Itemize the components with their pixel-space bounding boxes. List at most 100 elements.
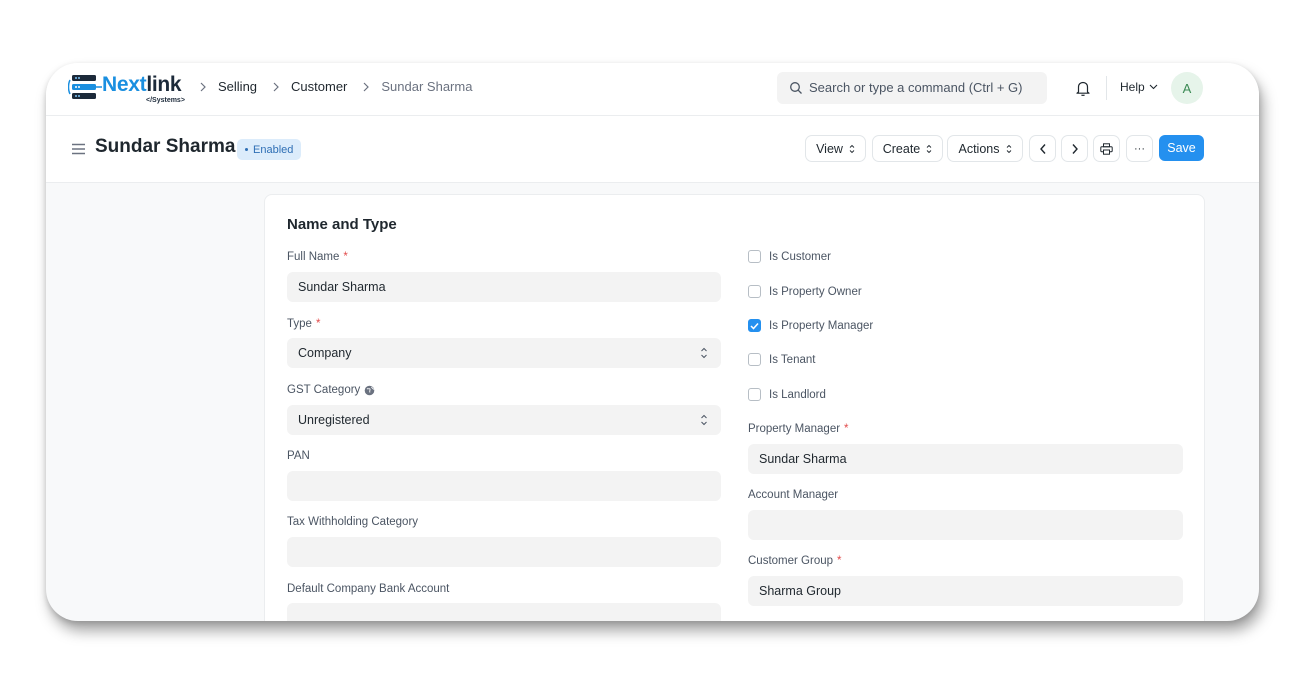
required-marker: * <box>844 423 849 435</box>
help-label: Help <box>1120 80 1145 94</box>
create-button[interactable]: Create <box>872 135 943 162</box>
page-head: Sundar Sharma Enabled View Create Action… <box>46 116 1259 183</box>
is-landlord-checkbox-row[interactable]: Is Landlord <box>748 388 826 401</box>
select-arrows-icon <box>926 144 932 153</box>
brand-subtitle: </Systems> <box>146 97 185 104</box>
search-placeholder: Search or type a command (Ctrl + G) <box>809 80 1023 95</box>
sidebar-toggle-icon[interactable] <box>71 143 86 155</box>
brand-name-part2: link <box>146 73 182 96</box>
is-property-owner-label: Is Property Owner <box>769 285 862 298</box>
gst-category-label-text: GST Category <box>287 384 361 396</box>
default-company-bank-account-label: Default Company Bank Account <box>287 583 449 595</box>
tax-withholding-category-label-text: Tax Withholding Category <box>287 516 419 528</box>
status-label: Enabled <box>253 143 294 156</box>
gst-category-select[interactable]: Unregistered <box>287 405 721 435</box>
is-tenant-checkbox-row[interactable]: Is Tenant <box>748 353 815 366</box>
full-name-label-text: Full Name <box>287 251 340 263</box>
user-avatar[interactable]: A <box>1171 72 1203 104</box>
chevron-right-icon <box>269 82 283 92</box>
status-badge: Enabled <box>237 139 302 160</box>
is-property-owner-checkbox[interactable] <box>748 285 761 298</box>
pan-label-text: PAN <box>287 450 310 462</box>
property-manager-label-text: Property Manager <box>748 423 841 435</box>
view-button[interactable]: View <box>805 135 866 162</box>
navbar: Nextlink </Systems> Selling Customer Sun… <box>46 63 1259 116</box>
brand-name-part1: Next <box>102 73 147 96</box>
select-arrows-icon <box>1006 144 1011 153</box>
customer-group-label: Customer Group * <box>748 555 842 567</box>
required-marker: * <box>343 251 348 263</box>
tax-withholding-category-label: Tax Withholding Category <box>287 516 418 528</box>
save-button[interactable]: Save <box>1159 135 1204 161</box>
pan-label: PAN <box>287 450 310 462</box>
select-arrows-icon <box>849 144 855 153</box>
pan-field[interactable] <box>287 471 721 501</box>
gst-category-select-value: Unregistered <box>298 413 370 427</box>
is-tenant-checkbox[interactable] <box>748 353 761 366</box>
is-customer-checkbox-row[interactable]: Is Customer <box>748 250 831 263</box>
is-tenant-label: Is Tenant <box>769 353 816 366</box>
full-name-field[interactable]: Sundar Sharma <box>287 272 721 302</box>
full-name-label: Full Name * <box>287 251 348 263</box>
navbar-divider <box>1106 76 1107 100</box>
view-button-label: View <box>816 141 843 156</box>
app-window: Nextlink </Systems> Selling Customer Sun… <box>46 63 1259 621</box>
type-label-text: Type <box>287 318 312 330</box>
status-dot <box>245 148 248 151</box>
brand-wordmark: Nextlink <box>102 73 182 97</box>
default-company-bank-account-field[interactable] <box>287 603 721 621</box>
checkmark-icon <box>750 322 759 330</box>
chevron-right-icon <box>1071 143 1078 154</box>
actions-button[interactable]: Actions <box>947 135 1023 162</box>
is-customer-checkbox[interactable] <box>748 250 761 263</box>
gst-category-label: GST Category <box>287 384 375 396</box>
previous-record-button[interactable] <box>1029 135 1056 162</box>
is-property-manager-checkbox-row[interactable]: Is Property Manager <box>748 319 873 332</box>
property-manager-field[interactable]: Sundar Sharma <box>748 444 1183 474</box>
select-arrows-icon <box>701 347 707 359</box>
page-title: Sundar Sharma <box>95 136 236 157</box>
help-dropdown[interactable]: Help <box>1120 80 1158 94</box>
tax-withholding-category-field[interactable] <box>287 537 721 567</box>
breadcrumb-customer[interactable]: Customer <box>291 79 347 94</box>
account-manager-label: Account Manager <box>748 489 838 501</box>
printer-icon <box>1100 142 1113 155</box>
breadcrumb-current[interactable]: Sundar Sharma <box>381 79 472 94</box>
search-bar[interactable]: Search or type a command (Ctrl + G) <box>777 72 1047 104</box>
breadcrumb-selling[interactable]: Selling <box>218 79 257 94</box>
search-icon <box>790 82 802 94</box>
is-property-owner-checkbox-row[interactable]: Is Property Owner <box>748 285 862 298</box>
section-title: Name and Type <box>287 216 397 233</box>
select-arrows-icon <box>701 414 707 426</box>
account-manager-label-text: Account Manager <box>748 489 839 501</box>
customer-group-label-text: Customer Group <box>748 555 834 567</box>
brand-logo[interactable]: Nextlink </Systems> <box>68 73 190 107</box>
is-landlord-label: Is Landlord <box>769 388 826 401</box>
notification-bell-icon[interactable] <box>1074 79 1092 97</box>
required-marker: * <box>315 318 321 330</box>
is-property-manager-label: Is Property Manager <box>769 319 874 332</box>
is-property-manager-checkbox[interactable] <box>748 319 761 332</box>
default-company-bank-account-label-text: Default Company Bank Account <box>287 583 450 595</box>
globe-icon <box>364 385 375 395</box>
more-options-button[interactable]: ··· <box>1126 135 1153 162</box>
account-manager-field[interactable] <box>748 510 1183 540</box>
next-record-button[interactable] <box>1061 135 1088 162</box>
type-label: Type * <box>287 318 320 330</box>
chevron-right-icon <box>359 82 373 92</box>
is-landlord-checkbox[interactable] <box>748 388 761 401</box>
required-marker: * <box>837 555 842 567</box>
print-button[interactable] <box>1093 135 1120 162</box>
property-manager-label: Property Manager * <box>748 423 849 435</box>
server-stack-icon <box>68 75 102 99</box>
type-select-value: Company <box>298 346 352 360</box>
create-button-label: Create <box>882 141 921 156</box>
customer-group-field[interactable]: Sharma Group <box>748 576 1183 606</box>
chevron-down-icon <box>1149 84 1158 90</box>
breadcrumb: Selling Customer Sundar Sharma <box>196 79 484 94</box>
form-card: Name and Type Full Name * Sundar Sharma T… <box>264 194 1205 621</box>
type-select[interactable]: Company <box>287 338 721 368</box>
chevron-left-icon <box>1039 143 1046 154</box>
actions-button-label: Actions <box>958 141 1000 156</box>
chevron-right-icon <box>196 82 210 92</box>
